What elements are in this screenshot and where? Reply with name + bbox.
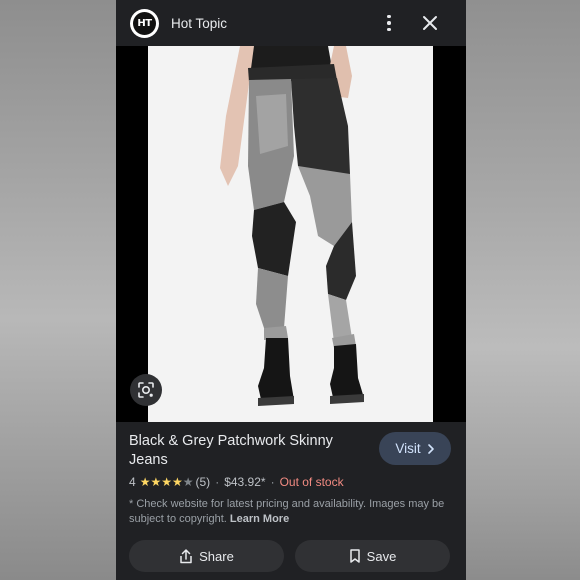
price: $43.92* <box>224 475 266 489</box>
site-name[interactable]: Hot Topic <box>171 16 227 31</box>
product-meta: 4 ★ ★ ★ ★ ★ (5) · $43.92* · Out of stock <box>129 474 344 490</box>
star-icon: ★ <box>139 475 151 489</box>
image-preview-panel: HT Hot Topic Black & Grey Patchwork Skin… <box>116 0 466 580</box>
site-logo-text: HT <box>133 11 156 35</box>
background-right <box>464 0 580 580</box>
bookmark-icon <box>349 549 360 563</box>
chevron-right-icon <box>427 443 434 454</box>
star-icon: ★ <box>182 475 194 489</box>
star-icon: ★ <box>171 475 183 489</box>
star-icon: ★ <box>150 475 162 489</box>
learn-more-link[interactable]: Learn More <box>230 513 289 525</box>
product-photo[interactable] <box>148 46 433 422</box>
close-icon[interactable] <box>419 12 441 34</box>
stock-status: Out of stock <box>279 475 344 489</box>
rating-stars: ★ ★ ★ ★ ★ <box>140 476 194 488</box>
lens-search-icon <box>138 382 154 398</box>
site-logo[interactable]: HT <box>130 8 159 38</box>
separator: · <box>270 475 275 489</box>
rating-value: 4 <box>129 475 136 489</box>
share-label: Share <box>199 548 234 564</box>
share-button[interactable]: Share <box>129 540 284 572</box>
preview-header: HT Hot Topic <box>116 0 466 46</box>
product-image-area <box>116 46 466 422</box>
product-title[interactable]: Black & Grey Patchwork Skinny Jeans <box>129 432 369 469</box>
more-vert-icon[interactable] <box>380 13 398 33</box>
background-left <box>0 0 116 580</box>
visit-label: Visit <box>395 441 421 456</box>
disclaimer: * Check website for latest pricing and a… <box>129 497 459 527</box>
lens-search-button[interactable] <box>130 374 162 406</box>
review-count: (5) <box>195 475 211 489</box>
separator: · <box>215 475 220 489</box>
visit-button[interactable]: Visit <box>379 432 451 465</box>
save-label: Save <box>366 548 397 564</box>
save-button[interactable]: Save <box>295 540 450 572</box>
share-icon <box>180 548 192 563</box>
star-icon: ★ <box>161 475 172 489</box>
